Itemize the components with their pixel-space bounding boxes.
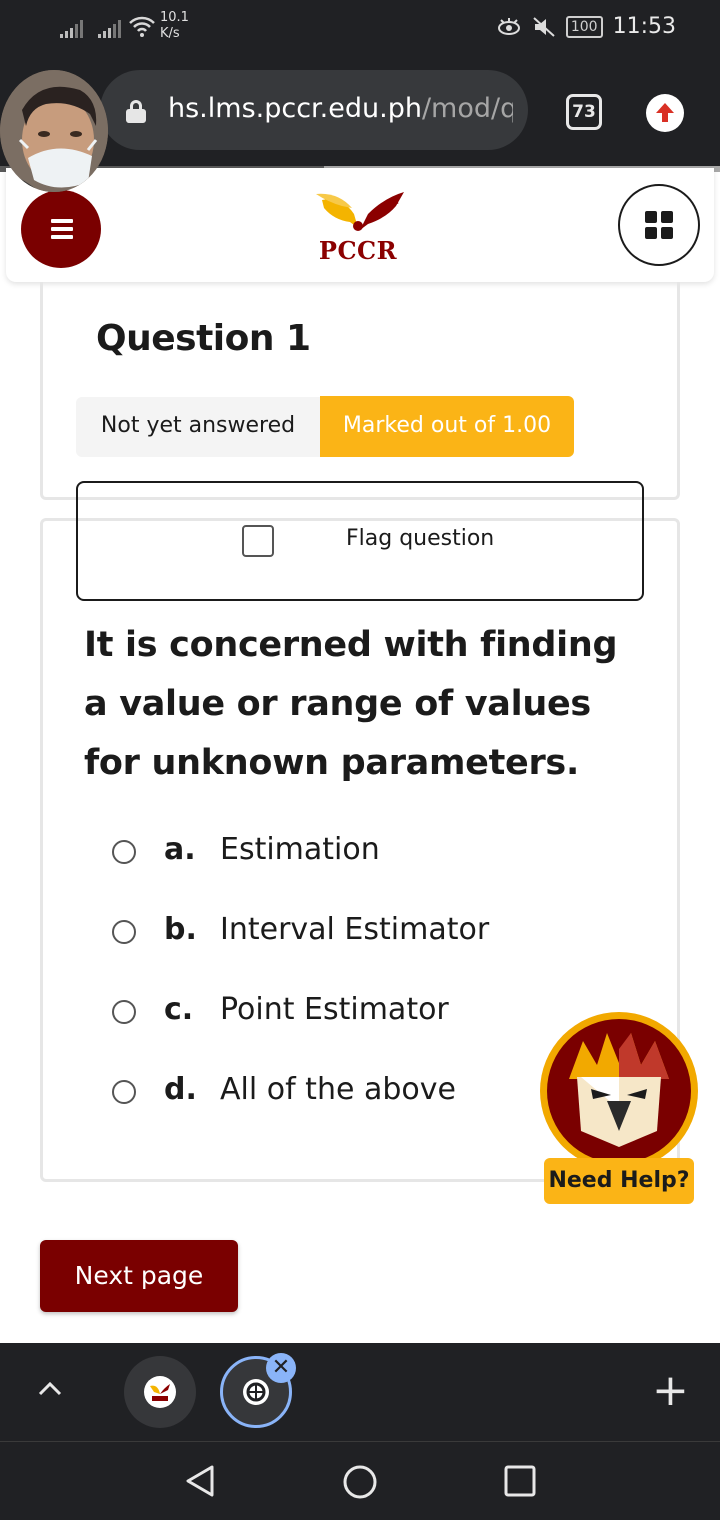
back-icon[interactable] — [184, 1464, 216, 1498]
answer-letter: c. — [164, 992, 194, 1027]
answer-option-a[interactable]: a. Estimation — [110, 828, 530, 878]
upload-icon[interactable] — [646, 94, 684, 132]
answer-radio[interactable] — [112, 920, 136, 944]
signal-icon — [98, 20, 121, 38]
question-text: It is concerned with finding a value or … — [84, 625, 618, 783]
apps-grid-button[interactable] — [618, 184, 700, 266]
answer-letter: d. — [164, 1072, 197, 1107]
url-text[interactable]: hs.lms.pccr.edu.ph/mod/quiz — [168, 93, 513, 124]
answer-text[interactable]: Interval Estimator — [220, 912, 489, 947]
answer-radio[interactable] — [112, 840, 136, 864]
tab-switcher-button[interactable]: 73 — [566, 94, 602, 130]
close-tab-icon[interactable]: ✕ — [266, 1353, 296, 1383]
hamburger-menu-button[interactable] — [21, 190, 101, 268]
signal-icon — [60, 20, 83, 38]
question-status: Not yet answered — [76, 397, 320, 457]
pccr-logo[interactable]: PCCR — [312, 192, 404, 265]
answer-text[interactable]: All of the above — [220, 1072, 456, 1107]
address-bar[interactable]: hs.lms.pccr.edu.ph/mod/quiz — [100, 70, 528, 150]
answer-radio[interactable] — [112, 1000, 136, 1024]
answer-letter: a. — [164, 832, 196, 867]
answer-radio[interactable] — [112, 1080, 136, 1104]
answer-option-c[interactable]: c. Point Estimator — [110, 988, 530, 1038]
question-title: Question 1 — [96, 318, 311, 359]
clock: 11:53 — [612, 14, 676, 39]
tab-strip: ✕ + — [0, 1343, 720, 1441]
new-tab-button[interactable]: + — [652, 1363, 689, 1419]
answer-text[interactable]: Estimation — [220, 832, 380, 867]
tab-pccr[interactable] — [124, 1356, 196, 1428]
globe-icon — [243, 1379, 269, 1405]
system-nav-bar — [0, 1441, 720, 1520]
eye-comfort-icon — [497, 17, 520, 35]
answer-option-d[interactable]: d. All of the above — [110, 1068, 530, 1118]
flag-question-label[interactable]: Flag question — [346, 526, 494, 551]
need-help-widget[interactable]: Need Help? — [540, 1012, 700, 1212]
network-speed: 10.1 K/s — [160, 10, 189, 41]
need-help-label[interactable]: Need Help? — [544, 1158, 694, 1204]
mute-icon — [533, 16, 555, 37]
pccr-favicon-icon — [144, 1376, 176, 1408]
battery-icon: 100 — [565, 15, 603, 38]
wifi-icon — [129, 16, 155, 37]
eagle-mascot-icon — [547, 1019, 691, 1163]
avatar[interactable] — [0, 70, 108, 192]
status-bar: 10.1 K/s 100 11:53 — [0, 0, 720, 58]
home-icon[interactable] — [342, 1464, 378, 1500]
answer-letter: b. — [164, 912, 197, 947]
lock-icon — [126, 100, 146, 123]
question-info-card — [40, 282, 680, 500]
flag-question-checkbox[interactable] — [242, 525, 274, 557]
answer-text[interactable]: Point Estimator — [220, 992, 449, 1027]
browser-toolbar: hs.lms.pccr.edu.ph/mod/quiz 73 — [0, 58, 720, 172]
recents-icon[interactable] — [504, 1465, 536, 1497]
answer-option-b[interactable]: b. Interval Estimator — [110, 908, 530, 958]
next-page-button[interactable]: Next page — [40, 1240, 238, 1312]
logo-text: PCCR — [318, 236, 398, 265]
site-header: PCCR — [6, 168, 714, 282]
question-marks: Marked out of 1.00 — [320, 396, 574, 457]
chevron-up-icon[interactable] — [38, 1380, 62, 1396]
